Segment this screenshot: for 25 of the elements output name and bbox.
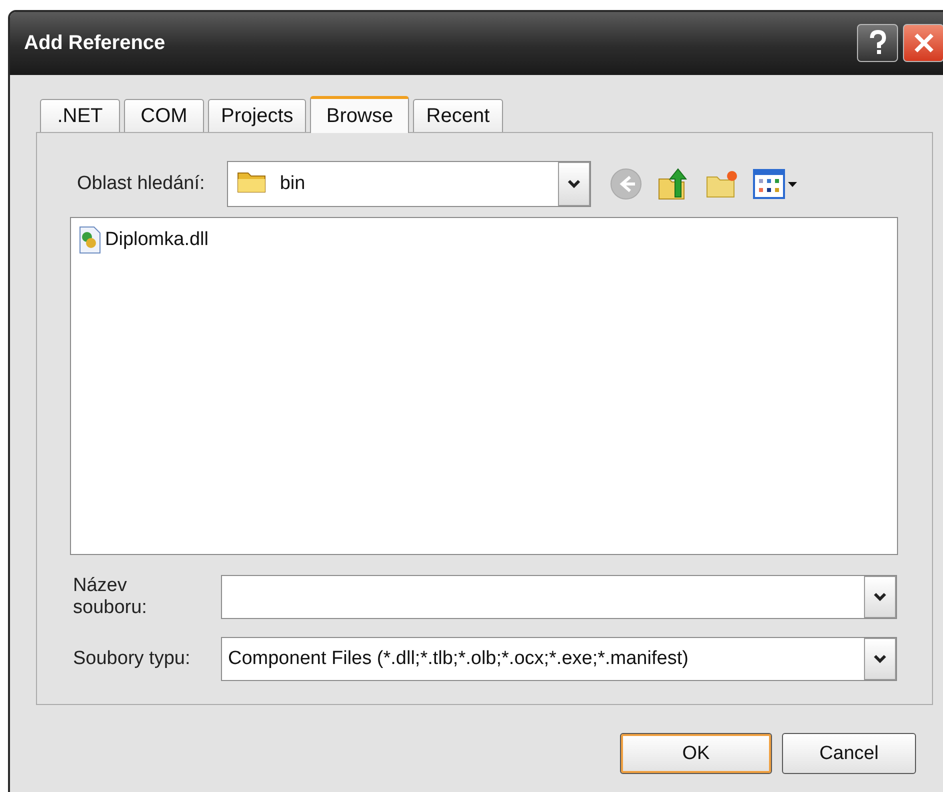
file-name-label: Název souboru:	[73, 575, 148, 619]
look-in-label: Oblast hledání:	[77, 173, 205, 195]
file-name-field[interactable]	[221, 575, 897, 619]
file-item[interactable]: Diplomka.dll	[77, 226, 891, 254]
tab[interactable]: Recent	[413, 99, 503, 132]
close-button[interactable]	[903, 24, 943, 62]
tab[interactable]: Projects	[208, 99, 306, 132]
close-icon	[912, 32, 934, 54]
chevron-down-icon	[873, 654, 887, 664]
new-folder-icon[interactable]	[704, 169, 739, 199]
chevron-down-icon	[566, 179, 581, 189]
view-menu-icon[interactable]	[752, 169, 799, 199]
look-in-dropdown[interactable]: bin	[226, 161, 591, 207]
help-icon	[868, 30, 888, 56]
help-button[interactable]	[857, 24, 898, 62]
tab[interactable]: Browse	[310, 96, 410, 133]
tab[interactable]: COM	[124, 99, 204, 132]
file-type-dropdown[interactable]: Component Files (*.dll;*.tlb;*.olb;*.ocx;*.exe;*.manifest)	[221, 637, 897, 681]
chevron-down-icon	[873, 592, 887, 602]
cancel-button[interactable]: Cancel	[782, 733, 916, 774]
tab[interactable]: .NET	[40, 99, 120, 132]
file-type-label: Soubory typu:	[73, 648, 192, 670]
file-icon	[77, 226, 103, 254]
window-title: Add Reference	[24, 32, 166, 55]
ok-button[interactable]: OK	[620, 733, 772, 774]
